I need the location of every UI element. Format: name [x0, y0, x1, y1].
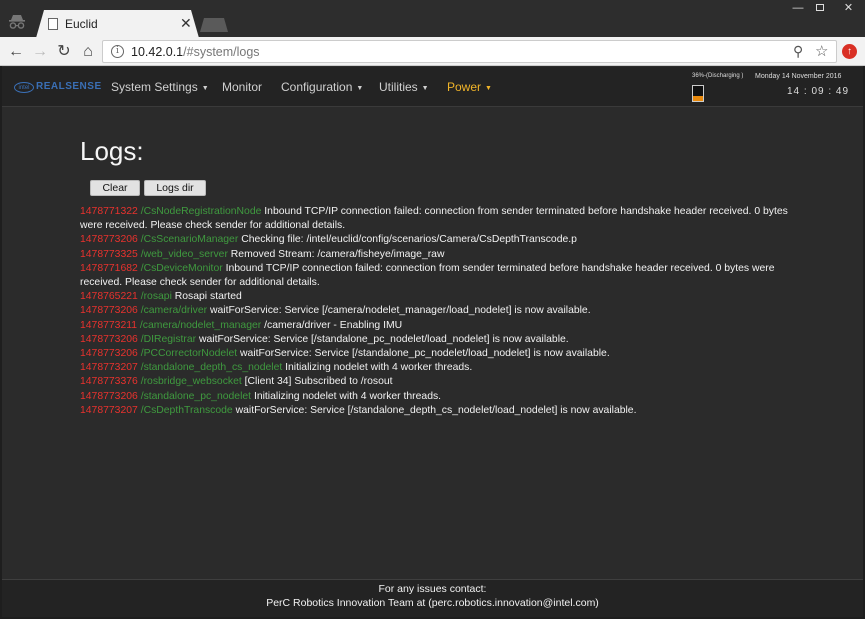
log-timestamp: 1478771322 [80, 206, 138, 217]
log-message: Checking file: /intel/euclid/config/scen… [241, 234, 577, 246]
log-entry: 1478773207 /CsDepthTranscode waitForServ… [80, 404, 790, 418]
window-maximize-button[interactable] [809, 0, 831, 16]
log-timestamp: 1478771682 [80, 262, 138, 274]
intel-logo: intel [14, 82, 34, 93]
caret-down-icon: ▼ [485, 85, 492, 92]
back-arrow-icon[interactable]: ← [6, 42, 26, 62]
log-timestamp: 1478773206 [80, 348, 138, 360]
window-minimize-button[interactable]: — [787, 0, 809, 16]
log-node: /rosapi [140, 291, 172, 303]
footer-contact-label: For any issues contact: [378, 583, 487, 595]
bookmark-star-icon[interactable]: ☆ [815, 42, 828, 60]
log-node: /standalone_pc_nodelet [140, 390, 252, 402]
log-entry: 1478773206 /PCCorrectorNodelet waitForSe… [80, 347, 790, 361]
menu-configuration[interactable]: Configuration ▼ [268, 67, 376, 107]
date-text: Monday 14 November 2016 [755, 73, 842, 80]
menu-monitor[interactable]: Monitor [209, 67, 275, 107]
log-node: /standalone_depth_cs_nodelet [140, 362, 283, 374]
log-node: /DIRegistrar [140, 333, 197, 345]
log-entry: 1478773207 /standalone_depth_cs_nodelet … [80, 361, 790, 375]
caret-down-icon: ▼ [356, 85, 364, 92]
footer-contact-team: PerC Robotics Innovation Team at (perc.r… [266, 596, 599, 609]
battery-level-fill [693, 95, 703, 101]
reload-icon[interactable]: ↻ [54, 42, 74, 62]
log-entry: 1478765221 /rosapi Rosapi started [80, 290, 790, 304]
log-node: /CsNodeRegistrationNode [140, 206, 262, 217]
log-message: Removed Stream: /camera/fisheye/image_ra… [230, 248, 445, 260]
forward-arrow-icon[interactable]: → [30, 42, 50, 62]
log-entry: 1478773206 /CsScenarioManager Checking f… [80, 233, 790, 247]
page-icon [48, 18, 58, 30]
log-node: /camera/nodelet_manager [139, 319, 262, 331]
url-text[interactable]: 10.42.0.1/#system/logs [131, 45, 260, 59]
tab-title: Euclid [65, 17, 98, 31]
log-node: /CsDepthTranscode [140, 404, 233, 416]
log-message: [Client 34] Subscribed to /rosout [244, 376, 393, 388]
log-entry: 1478773325 /web_video_server Removed Str… [80, 248, 790, 262]
battery-icon [692, 85, 704, 102]
log-entry: 1478771322 /CsNodeRegistrationNode Inbou… [80, 205, 790, 233]
logs-page: Logs: Clear Logs dir 1478771322 /CsNodeR… [2, 107, 863, 579]
log-timestamp: 1478773206 [80, 333, 138, 345]
log-message: waitForService: Service [/standalone_dep… [235, 404, 637, 416]
incognito-icon [9, 15, 25, 29]
log-entry: 1478773206 /standalone_pc_nodelet Initia… [80, 390, 790, 404]
log-timestamp: 1478773206 [80, 390, 138, 402]
menu-utilities[interactable]: Utilities ▼ [366, 67, 442, 107]
log-list: 1478771322 /CsNodeRegistrationNode Inbou… [80, 205, 790, 418]
menu-power[interactable]: Power ▼ [434, 67, 505, 107]
tab-close-icon[interactable]: ✕ [180, 15, 192, 31]
log-entry: 1478771682 /CsDeviceMonitor Inbound TCP/… [80, 262, 790, 290]
browser-update-icon[interactable]: ↑ [842, 44, 857, 59]
log-node: /CsDeviceMonitor [140, 262, 223, 274]
app-navbar: intel REALSENSE System Settings ▼ Monitor… [2, 67, 863, 107]
log-timestamp: 1478773325 [80, 248, 138, 260]
log-timestamp: 1478773207 [80, 362, 138, 374]
log-entry: 1478773376 /rosbridge_websocket [Client … [80, 375, 790, 389]
log-message: Initializing nodelet with 4 worker threa… [285, 362, 473, 374]
address-bar[interactable]: i 10.42.0.1/#system/logs ⚲ ☆ [102, 40, 837, 63]
home-icon[interactable]: ⌂ [78, 42, 98, 62]
page-title: Logs: [80, 136, 144, 166]
log-message: Rosapi started [174, 291, 242, 303]
browser-toolbar: ← → ↻ ⌂ i 10.42.0.1/#system/logs ⚲ ☆ ↑ [0, 37, 865, 66]
footer: For any issues contact: PerC Robotics In… [2, 579, 863, 617]
browser-titlebar: Euclid ✕ — ✕ [0, 0, 865, 38]
log-entry: 1478773206 /DIRegistrar waitForService: … [80, 333, 790, 347]
log-node: /web_video_server [140, 248, 228, 260]
logs-dir-button[interactable]: Logs dir [144, 180, 206, 196]
caret-down-icon: ▼ [421, 85, 429, 92]
log-message: waitForService: Service [/standalone_pc_… [240, 348, 610, 360]
new-tab-button[interactable] [200, 18, 228, 32]
log-node: /PCCorrectorNodelet [140, 348, 238, 360]
log-message: waitForService: Service [/camera/nodelet… [209, 305, 591, 317]
log-timestamp: 1478773206 [80, 305, 138, 317]
log-timestamp: 1478773206 [80, 234, 138, 246]
realsense-logo[interactable]: intel REALSENSE [14, 81, 101, 95]
log-entry: 1478773206 /camera/driver waitForService… [80, 304, 790, 318]
info-icon[interactable]: i [111, 45, 124, 58]
log-entry: 1478773211 /camera/nodelet_manager /came… [80, 319, 790, 333]
log-message: waitForService: Service [/standalone_pc_… [199, 333, 569, 345]
log-timestamp: 1478773211 [80, 319, 138, 331]
log-timestamp: 1478765221 [80, 291, 138, 303]
battery-status-text: 36%-(Discharging ) [692, 73, 744, 79]
log-message: Initializing nodelet with 4 worker threa… [253, 390, 442, 402]
browser-tab[interactable]: Euclid ✕ [36, 10, 199, 38]
menu-system-settings[interactable]: System Settings ▼ [98, 67, 222, 107]
zoom-icon[interactable]: ⚲ [793, 43, 803, 60]
clock-text: 14 : 09 : 49 [787, 86, 850, 97]
log-node: /CsScenarioManager [140, 234, 239, 246]
window-close-button[interactable]: ✕ [832, 0, 865, 16]
log-timestamp: 1478773207 [80, 404, 138, 416]
brand-name: REALSENSE [36, 81, 102, 92]
log-node: /rosbridge_websocket [140, 376, 242, 388]
log-message: /camera/driver - Enabling IMU [264, 319, 403, 331]
log-timestamp: 1478773376 [80, 376, 138, 388]
log-node: /camera/driver [140, 305, 208, 317]
clear-button[interactable]: Clear [90, 180, 140, 196]
caret-down-icon: ▼ [201, 85, 209, 92]
